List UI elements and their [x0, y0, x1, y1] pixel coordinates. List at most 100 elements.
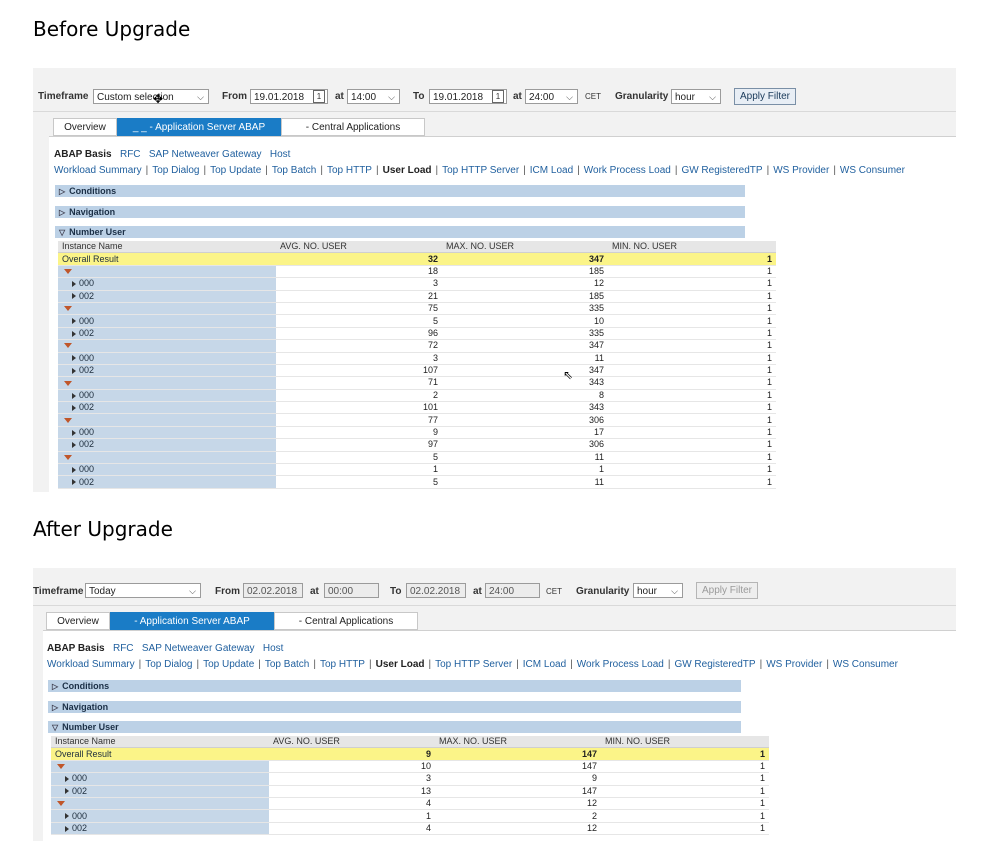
expand-toggle-icon[interactable]	[64, 343, 72, 349]
collapse-toggle-icon[interactable]	[72, 367, 76, 374]
collapse-toggle-icon[interactable]	[65, 775, 69, 782]
avg-value: 72	[276, 339, 442, 353]
tab-central-applications[interactable]: - Central Applications	[281, 118, 425, 136]
from-date-input[interactable]: 19.01.2018 1	[250, 89, 328, 104]
collapse-toggle-icon[interactable]	[72, 466, 76, 473]
collapse-toggle-icon[interactable]	[72, 479, 76, 486]
to-time-select[interactable]: 24:00 ⌵	[525, 89, 578, 104]
subnav-abap-basis[interactable]: ABAP Basis	[47, 643, 105, 654]
report-link-top-http[interactable]: Top HTTP	[320, 659, 365, 670]
section-number-user[interactable]: ▽ Number User	[48, 721, 741, 733]
expand-toggle-icon[interactable]	[64, 269, 72, 275]
report-link-top-update[interactable]: Top Update	[210, 165, 261, 176]
to-date-input[interactable]: 19.01.2018 1	[429, 89, 507, 104]
table-row: 18 185 1	[58, 265, 776, 279]
avg-value: 4	[269, 822, 435, 836]
timeframe-select[interactable]: Custom selection ⌵	[93, 89, 209, 104]
tab-overview[interactable]: Overview	[46, 612, 110, 630]
report-link-top-dialog[interactable]: Top Dialog	[145, 659, 192, 670]
section-number-user[interactable]: ▽ Number User	[55, 226, 745, 238]
granularity-select[interactable]: hour ⌵	[671, 89, 721, 104]
granularity-select[interactable]: hour ⌵	[633, 583, 683, 598]
apply-filter-button[interactable]: Apply Filter	[696, 582, 758, 599]
subnav-rfc[interactable]: RFC	[120, 149, 141, 160]
timeframe-select[interactable]: Today ⌵	[85, 583, 201, 598]
tab-central-applications[interactable]: - Central Applications	[274, 612, 418, 630]
link-separator: |	[258, 659, 261, 670]
subnav-sap-netweaver-gateway[interactable]: SAP Netweaver Gateway	[142, 643, 255, 654]
tab-overview[interactable]: Overview	[53, 118, 117, 136]
calendar-icon[interactable]: 1	[492, 90, 504, 103]
from-time-value: 00:00	[328, 586, 354, 597]
expand-toggle-icon[interactable]	[64, 454, 72, 460]
subnav-sap-netweaver-gateway[interactable]: SAP Netweaver Gateway	[149, 149, 262, 160]
report-link-icm-load[interactable]: ICM Load	[523, 659, 566, 670]
to-time-select[interactable]: 24:00	[485, 583, 540, 598]
report-link-top-http[interactable]: Top HTTP	[327, 165, 372, 176]
report-link-workload-summary[interactable]: Workload Summary	[54, 165, 142, 176]
instance-name: 000	[79, 464, 95, 475]
expand-toggle-icon[interactable]	[57, 764, 65, 770]
expand-toggle-icon[interactable]	[64, 306, 72, 312]
tab-application-server-abap[interactable]: - Application Server ABAP	[110, 612, 274, 630]
table-row: 002 107 347 1	[58, 364, 776, 378]
calendar-icon[interactable]: 1	[313, 90, 325, 103]
from-time-select[interactable]: 14:00 ⌵	[347, 89, 400, 104]
link-separator: |	[265, 165, 268, 176]
collapse-toggle-icon[interactable]	[65, 825, 69, 832]
link-separator: |	[516, 659, 519, 670]
report-link-user-load[interactable]: User Load	[376, 659, 425, 670]
report-link-top-http-server[interactable]: Top HTTP Server	[442, 165, 519, 176]
instance-label: 000	[58, 314, 276, 328]
report-link-top-dialog[interactable]: Top Dialog	[152, 165, 199, 176]
instance-label: 002	[51, 822, 269, 836]
collapse-toggle-icon[interactable]	[72, 404, 76, 411]
collapse-toggle-icon[interactable]	[72, 442, 76, 449]
at-label: at	[335, 91, 344, 102]
collapse-toggle-icon[interactable]	[72, 280, 76, 287]
collapse-toggle-icon[interactable]	[72, 429, 76, 436]
expand-toggle-icon[interactable]	[64, 380, 72, 386]
report-link-top-batch[interactable]: Top Batch	[265, 659, 309, 670]
table-row: 000 3 12 1	[58, 277, 776, 291]
report-link-work-process-load[interactable]: Work Process Load	[584, 165, 671, 176]
report-link-ws-consumer[interactable]: WS Consumer	[840, 165, 905, 176]
subnav-abap-basis[interactable]: ABAP Basis	[54, 149, 112, 160]
from-time-select[interactable]: 00:00	[324, 583, 379, 598]
expand-toggle-icon[interactable]	[64, 417, 72, 423]
triangle-right-icon: ▷	[52, 682, 59, 691]
report-link-ws-provider[interactable]: WS Provider	[773, 165, 829, 176]
collapse-toggle-icon[interactable]	[65, 788, 69, 795]
collapse-toggle-icon[interactable]	[72, 355, 76, 362]
at-label: at	[473, 586, 482, 597]
collapse-toggle-icon[interactable]	[72, 293, 76, 300]
report-link-work-process-load[interactable]: Work Process Load	[577, 659, 664, 670]
collapse-toggle-icon[interactable]	[72, 392, 76, 399]
subnav-host[interactable]: Host	[270, 149, 291, 160]
report-link-gw-registeredtp[interactable]: GW RegisteredTP	[674, 659, 755, 670]
report-link-top-batch[interactable]: Top Batch	[272, 165, 316, 176]
apply-filter-button[interactable]: Apply Filter	[734, 88, 796, 105]
expand-toggle-icon[interactable]	[57, 801, 65, 807]
max-value: 12	[435, 822, 601, 836]
collapse-toggle-icon[interactable]	[72, 330, 76, 337]
collapse-toggle-icon[interactable]	[72, 318, 76, 325]
section-conditions[interactable]: ▷ Conditions	[55, 185, 745, 197]
report-link-ws-consumer[interactable]: WS Consumer	[833, 659, 898, 670]
collapse-toggle-icon[interactable]	[65, 813, 69, 820]
report-link-workload-summary[interactable]: Workload Summary	[47, 659, 135, 670]
section-navigation[interactable]: ▷ Navigation	[55, 206, 745, 218]
report-link-top-update[interactable]: Top Update	[203, 659, 254, 670]
to-date-input[interactable]: 02.02.2018	[406, 583, 466, 598]
report-link-icm-load[interactable]: ICM Load	[530, 165, 573, 176]
tab-application-server-abap[interactable]: _ _ - Application Server ABAP	[117, 118, 281, 136]
report-link-user-load[interactable]: User Load	[383, 165, 432, 176]
report-link-ws-provider[interactable]: WS Provider	[766, 659, 822, 670]
report-link-top-http-server[interactable]: Top HTTP Server	[435, 659, 512, 670]
subnav-rfc[interactable]: RFC	[113, 643, 134, 654]
from-date-input[interactable]: 02.02.2018	[243, 583, 303, 598]
report-link-gw-registeredtp[interactable]: GW RegisteredTP	[681, 165, 762, 176]
subnav-host[interactable]: Host	[263, 643, 284, 654]
section-navigation[interactable]: ▷ Navigation	[48, 701, 741, 713]
section-conditions[interactable]: ▷ Conditions	[48, 680, 741, 692]
